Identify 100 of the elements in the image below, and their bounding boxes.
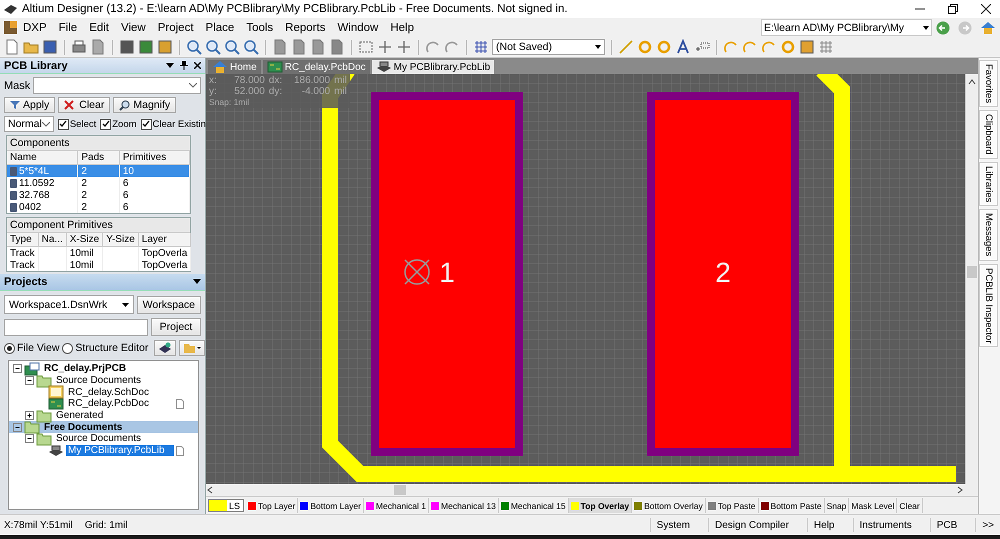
home-icon[interactable] bbox=[980, 20, 996, 34]
restore-icon[interactable] bbox=[948, 4, 958, 14]
tree-item[interactable]: RC_delay.PcbDoc bbox=[66, 398, 151, 410]
layer-bar-button[interactable]: Snap bbox=[824, 498, 850, 513]
zoom-out-icon[interactable] bbox=[205, 39, 221, 55]
tree-item[interactable]: Source Documents bbox=[54, 375, 144, 386]
column-header[interactable]: X-Size bbox=[66, 233, 103, 246]
tree-item[interactable]: My PCBlibrary.PcbLib bbox=[66, 445, 174, 456]
document-tab[interactable]: My PCBlibrary.PcbLib bbox=[372, 60, 494, 74]
layer-bar-button[interactable]: Mask Level bbox=[849, 498, 898, 513]
layer-tab[interactable]: Top Overlay bbox=[568, 498, 632, 513]
move-icon[interactable] bbox=[377, 39, 393, 55]
layer-tab[interactable]: Top Layer bbox=[246, 498, 298, 513]
menu-item[interactable]: Place bbox=[200, 20, 240, 34]
dropdown-arrow-icon[interactable] bbox=[923, 26, 929, 30]
checkbox[interactable]: Clear Existin bbox=[140, 118, 206, 130]
layer-tab[interactable]: Top Paste bbox=[706, 498, 759, 513]
print-icon[interactable] bbox=[71, 39, 87, 55]
array-icon[interactable] bbox=[818, 39, 834, 55]
column-header[interactable]: Type bbox=[7, 233, 38, 246]
side-panel-tab[interactable]: Messages bbox=[979, 209, 998, 260]
zoom-area-icon[interactable] bbox=[243, 39, 259, 55]
radio-button[interactable]: Structure Editor bbox=[62, 342, 148, 354]
project-button[interactable]: Project bbox=[151, 318, 201, 336]
column-header[interactable]: Layer bbox=[138, 233, 191, 246]
collapse-icon[interactable] bbox=[13, 422, 22, 432]
menu-item[interactable]: Window bbox=[331, 20, 384, 34]
close-icon[interactable] bbox=[981, 4, 991, 14]
clear-button[interactable]: Clear bbox=[58, 97, 110, 113]
layer-tab[interactable]: Bottom Layer bbox=[298, 498, 364, 513]
workspace-button[interactable]: Workspace bbox=[136, 296, 201, 314]
status-bar-button[interactable]: System bbox=[650, 518, 696, 532]
new-file-icon[interactable] bbox=[4, 39, 20, 55]
collapse-icon[interactable] bbox=[25, 376, 34, 386]
side-panel-tab[interactable]: Clipboard bbox=[979, 110, 998, 159]
magnify-button[interactable]: Magnify bbox=[113, 97, 176, 113]
column-header[interactable]: Y-Size bbox=[102, 233, 138, 246]
column-header[interactable]: Na... bbox=[38, 233, 66, 246]
document-tab[interactable]: Home bbox=[208, 60, 261, 74]
layer-tab[interactable]: Mechanical 1 bbox=[364, 498, 430, 513]
layer-tab[interactable]: Bottom Overlay bbox=[632, 498, 706, 513]
layer-bar-button[interactable]: Clear bbox=[897, 498, 923, 513]
compile-button[interactable] bbox=[154, 340, 176, 356]
scroll-left-icon[interactable] bbox=[206, 486, 214, 494]
scroll-right-icon[interactable] bbox=[956, 486, 964, 494]
menu-item[interactable]: Reports bbox=[279, 20, 332, 34]
mask-field[interactable] bbox=[33, 77, 201, 94]
scroll-up-icon[interactable] bbox=[968, 78, 976, 86]
menu-item[interactable]: Project bbox=[152, 20, 200, 34]
radio-dot-icon[interactable] bbox=[7, 346, 12, 350]
zoom-in-icon[interactable] bbox=[186, 39, 202, 55]
vertical-scrollbar[interactable] bbox=[965, 74, 978, 484]
menu-item[interactable]: Help bbox=[384, 20, 420, 34]
menu-item[interactable]: Edit bbox=[83, 20, 116, 34]
radio-button[interactable]: File View bbox=[4, 342, 60, 354]
project-field[interactable] bbox=[4, 318, 148, 336]
checkmark-icon[interactable] bbox=[142, 120, 150, 128]
dropdown-arrow-icon[interactable] bbox=[122, 302, 129, 306]
scroll-thumb[interactable] bbox=[394, 485, 406, 495]
workspace-dropdown[interactable]: Workspace1.DsnWrk bbox=[4, 295, 134, 314]
scroll-thumb[interactable] bbox=[967, 266, 977, 278]
select-area-icon[interactable] bbox=[358, 39, 374, 55]
grid-icon[interactable] bbox=[473, 39, 489, 55]
checkbox[interactable]: Select bbox=[58, 118, 96, 130]
tree-item[interactable]: RC_delay.PrjPCB bbox=[42, 363, 128, 374]
close-icon[interactable] bbox=[194, 62, 201, 69]
status-bar-button[interactable]: Design Compiler bbox=[708, 518, 795, 532]
menu-item[interactable]: DXP bbox=[17, 20, 53, 34]
column-header[interactable]: Pads bbox=[78, 151, 120, 164]
collapse-icon[interactable] bbox=[13, 364, 22, 374]
side-panel-tab[interactable]: Libraries bbox=[979, 162, 998, 206]
document-tab[interactable]: RC_delay.PcbDoc bbox=[262, 60, 370, 74]
pin-icon[interactable] bbox=[180, 61, 188, 70]
apply-button[interactable]: Apply bbox=[4, 97, 56, 113]
component-row[interactable]: 11.0592 2 6 bbox=[7, 177, 190, 189]
menu-item[interactable]: View bbox=[115, 20, 152, 34]
pcb-canvas[interactable]: 1 2 x: 78.000 dx: 186.000 mil y: 52.000 dy: -4.000 mil Snap: 1mil bbox=[206, 74, 965, 484]
menu-item[interactable]: Tools bbox=[240, 20, 280, 34]
component-row[interactable]: 32.768 2 6 bbox=[7, 189, 190, 201]
layer-tab[interactable]: Bottom Paste bbox=[758, 498, 825, 513]
column-header[interactable]: Name bbox=[7, 151, 78, 164]
current-layer-button[interactable]: LS bbox=[208, 499, 244, 512]
dropdown-icon[interactable] bbox=[193, 279, 201, 285]
status-bar-button[interactable]: >> bbox=[975, 518, 1000, 532]
tree-item[interactable]: Source Documents bbox=[54, 433, 144, 444]
address-field[interactable]: E:\learn AD\My PCBlibrary\My bbox=[761, 19, 932, 36]
expand-icon[interactable] bbox=[25, 411, 34, 420]
dropdown-icon[interactable] bbox=[166, 62, 174, 68]
mode-dropdown[interactable]: Normal bbox=[4, 116, 54, 132]
text-icon[interactable] bbox=[675, 39, 691, 55]
overlay-outline[interactable] bbox=[816, 74, 850, 466]
side-panel-tab[interactable]: Favorites bbox=[979, 60, 998, 108]
save-icon[interactable] bbox=[42, 39, 58, 55]
dropdown-arrow-icon[interactable] bbox=[595, 45, 601, 49]
column-header[interactable]: Primitives bbox=[119, 151, 190, 164]
tree-item[interactable]: RC_delay.SchDoc bbox=[66, 386, 151, 398]
checkmark-icon[interactable] bbox=[102, 120, 110, 128]
status-bar-button[interactable]: Instruments bbox=[852, 518, 918, 532]
document-status-dropdown[interactable]: (Not Saved) bbox=[492, 39, 605, 55]
back-icon[interactable] bbox=[936, 20, 950, 34]
